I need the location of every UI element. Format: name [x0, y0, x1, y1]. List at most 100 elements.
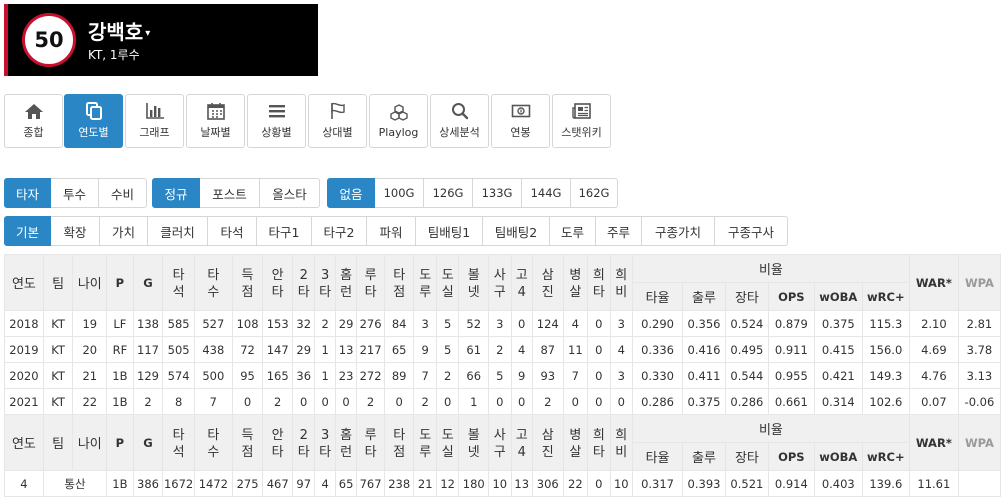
nav-graph-button[interactable]: 그래프	[125, 94, 184, 148]
header-bb[interactable]: 볼넷	[458, 254, 490, 311]
header-pos[interactable]: P	[106, 414, 134, 471]
header-woba[interactable]: wOBA	[813, 282, 863, 311]
nav-analysis-button[interactable]: 상세분석	[430, 94, 489, 148]
header-avg[interactable]: 타율	[632, 442, 684, 471]
games-126-button[interactable]: 126G	[423, 178, 473, 208]
header-b3[interactable]: 3타	[314, 254, 336, 311]
header-pos[interactable]: P	[106, 254, 134, 311]
header-war[interactable]: WAR*	[908, 414, 959, 471]
header-age[interactable]: 나이	[72, 414, 108, 471]
nav-statwiki-button[interactable]: 스탯위키	[552, 94, 611, 148]
season-regular-button[interactable]: 정규	[152, 178, 200, 208]
header-obp[interactable]: 출루	[682, 282, 726, 311]
header-wpa[interactable]: WPA	[957, 414, 1002, 471]
header-tb[interactable]: 루타	[356, 414, 385, 471]
header-pa[interactable]: 타석	[162, 414, 195, 471]
header-so[interactable]: 삼진	[531, 414, 564, 471]
header-sb[interactable]: 도루	[413, 254, 437, 311]
header-g[interactable]: G	[132, 414, 164, 471]
header-gdp[interactable]: 병살	[562, 254, 589, 311]
header-hr[interactable]: 홈런	[334, 414, 358, 471]
tab-value[interactable]: 가치	[99, 216, 148, 246]
header-pa[interactable]: 타석	[162, 254, 195, 311]
games-none-button[interactable]: 없음	[327, 178, 375, 208]
header-cs[interactable]: 도실	[435, 414, 460, 471]
role-fielding-button[interactable]: 수비	[98, 178, 147, 208]
tab-team-batting-1[interactable]: 팀배팅1	[415, 216, 483, 246]
header-team[interactable]: 팀	[42, 414, 74, 471]
header-ratio[interactable]: 비율	[632, 414, 910, 443]
header-ops[interactable]: OPS	[767, 442, 815, 471]
tab-pitch-value[interactable]: 구종가치	[641, 216, 715, 246]
tab-plate-appearance[interactable]: 타석	[207, 216, 257, 246]
header-sh[interactable]: 희타	[587, 254, 611, 311]
header-wrc[interactable]: wRC+	[861, 282, 910, 311]
header-age[interactable]: 나이	[72, 254, 108, 311]
nav-opponent-button[interactable]: 상대별	[308, 94, 367, 148]
header-sh[interactable]: 희타	[587, 414, 611, 471]
tab-team-batting-2[interactable]: 팀배팅2	[482, 216, 550, 246]
header-b3[interactable]: 3타	[314, 414, 336, 471]
tab-baserunning[interactable]: 주루	[595, 216, 642, 246]
tab-extended[interactable]: 확장	[50, 216, 100, 246]
header-ibb[interactable]: 고4	[510, 254, 533, 311]
header-rbi[interactable]: 타점	[383, 254, 415, 311]
header-sf[interactable]: 희비	[609, 254, 634, 311]
header-hbp[interactable]: 사구	[488, 254, 512, 311]
header-h[interactable]: 안타	[262, 254, 293, 311]
header-slg[interactable]: 장타	[724, 282, 769, 311]
header-r[interactable]: 득점	[231, 414, 264, 471]
tab-batted-ball-1[interactable]: 타구1	[256, 216, 312, 246]
header-b2[interactable]: 2타	[291, 414, 316, 471]
header-avg[interactable]: 타율	[632, 282, 684, 311]
header-woba[interactable]: wOBA	[813, 442, 863, 471]
header-rbi[interactable]: 타점	[383, 414, 415, 471]
tab-clutch[interactable]: 클러치	[147, 216, 208, 246]
header-ab[interactable]: 타수	[193, 254, 233, 311]
nav-date-button[interactable]: 날짜별	[186, 94, 245, 148]
header-so[interactable]: 삼진	[531, 254, 564, 311]
header-ops[interactable]: OPS	[767, 282, 815, 311]
header-obp[interactable]: 출루	[682, 442, 726, 471]
header-r[interactable]: 득점	[231, 254, 264, 311]
nav-situation-button[interactable]: 상황별	[247, 94, 306, 148]
nav-yearly-button[interactable]: 연도별	[64, 94, 123, 148]
header-slg[interactable]: 장타	[724, 442, 769, 471]
player-name-dropdown[interactable]: 강백호 ▾	[88, 16, 150, 45]
header-tb[interactable]: 루타	[356, 254, 385, 311]
tab-stolen-base[interactable]: 도루	[549, 216, 596, 246]
header-ibb[interactable]: 고4	[510, 414, 533, 471]
season-post-button[interactable]: 포스트	[199, 178, 260, 208]
header-year[interactable]: 연도	[4, 254, 44, 311]
header-g[interactable]: G	[132, 254, 164, 311]
header-hr[interactable]: 홈런	[334, 254, 358, 311]
games-133-button[interactable]: 133G	[472, 178, 522, 208]
header-gdp[interactable]: 병살	[562, 414, 589, 471]
nav-summary-button[interactable]: 종합	[4, 94, 63, 148]
season-allstar-button[interactable]: 올스타	[259, 178, 320, 208]
header-b2[interactable]: 2타	[291, 254, 316, 311]
header-wrc[interactable]: wRC+	[861, 442, 910, 471]
header-cs[interactable]: 도실	[435, 254, 460, 311]
nav-salary-button[interactable]: 연봉	[491, 94, 550, 148]
header-bb[interactable]: 볼넷	[458, 414, 490, 471]
header-hbp[interactable]: 사구	[488, 414, 512, 471]
nav-playlog-button[interactable]: Playlog	[369, 94, 428, 148]
tab-basic[interactable]: 기본	[4, 216, 51, 246]
tab-pitch-usage[interactable]: 구종구사	[714, 216, 788, 246]
tab-batted-ball-2[interactable]: 타구2	[311, 216, 367, 246]
role-pitcher-button[interactable]: 투수	[50, 178, 99, 208]
tab-power[interactable]: 파워	[366, 216, 416, 246]
games-100-button[interactable]: 100G	[374, 178, 424, 208]
header-sf[interactable]: 희비	[609, 414, 634, 471]
header-team[interactable]: 팀	[42, 254, 74, 311]
header-ratio[interactable]: 비율	[632, 254, 910, 283]
role-batter-button[interactable]: 타자	[4, 178, 51, 208]
games-144-button[interactable]: 144G	[521, 178, 571, 208]
header-war[interactable]: WAR*	[908, 254, 959, 311]
games-162-button[interactable]: 162G	[570, 178, 618, 208]
header-sb[interactable]: 도루	[413, 414, 437, 471]
header-year[interactable]: 연도	[4, 414, 44, 471]
header-ab[interactable]: 타수	[193, 414, 233, 471]
header-wpa[interactable]: WPA	[957, 254, 1002, 311]
